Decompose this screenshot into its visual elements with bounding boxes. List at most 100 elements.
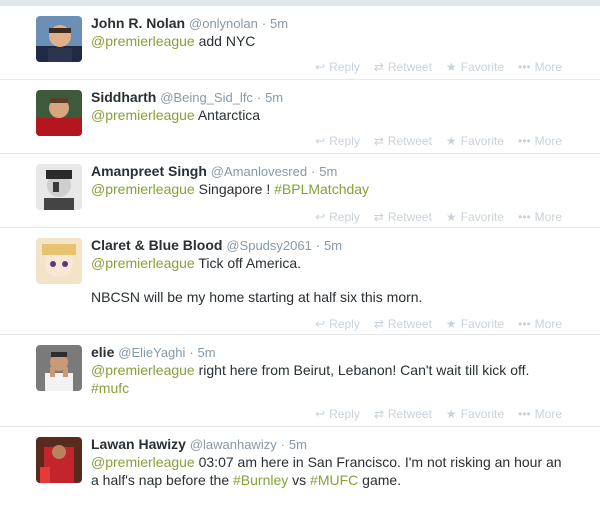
- tweet-paragraph: @premierleague Antarctica: [91, 106, 571, 124]
- author-name[interactable]: elie: [91, 344, 114, 360]
- retweet-label: Retweet: [387, 134, 432, 148]
- retweet-button[interactable]: ⇄ Retweet: [374, 134, 432, 148]
- favorite-label: Favorite: [460, 407, 505, 421]
- author-handle[interactable]: @Being_Sid_lfc: [160, 90, 253, 105]
- tweet-time[interactable]: 5m: [198, 345, 216, 360]
- retweet-label: Retweet: [387, 210, 432, 224]
- separator-dot: ·: [261, 16, 267, 31]
- favorite-label: Favorite: [460, 134, 505, 148]
- reply-icon: ↩: [315, 134, 326, 148]
- tweet-time[interactable]: 5m: [324, 238, 342, 253]
- retweet-button[interactable]: ⇄ Retweet: [374, 317, 432, 331]
- retweet-label: Retweet: [387, 60, 432, 74]
- favorite-button[interactable]: ★ Favorite: [446, 134, 504, 148]
- avatar[interactable]: [36, 16, 82, 62]
- more-button[interactable]: ••• More: [518, 407, 562, 421]
- reply-button[interactable]: ↩ Reply: [315, 317, 360, 331]
- favorite-button[interactable]: ★ Favorite: [446, 210, 504, 224]
- tweet-time[interactable]: 5m: [270, 16, 288, 31]
- hashtag-link[interactable]: #BPLMatchday: [274, 181, 369, 197]
- hashtag-link[interactable]: #Burnley: [233, 472, 288, 488]
- reply-label: Reply: [329, 60, 360, 74]
- tweet-feed: John R. Nolan @onlynolan · 5m @premierle…: [0, 0, 600, 514]
- tweet[interactable]: Siddharth @Being_Sid_lfc · 5m @premierle…: [0, 80, 600, 154]
- tweet-actions: ↩ Reply ⇄ Retweet ★ Favorite ••• More: [315, 133, 562, 149]
- tweet-text-segment: right here from Beirut, Lebanon! Can't w…: [194, 362, 530, 378]
- avatar[interactable]: [36, 437, 82, 483]
- tweet-actions: ↩ Reply ⇄ Retweet ★ Favorite ••• More: [315, 59, 562, 75]
- retweet-button[interactable]: ⇄ Retweet: [374, 60, 432, 74]
- reply-label: Reply: [329, 134, 360, 148]
- tweet[interactable]: Amanpreet Singh @Amanlovesred · 5m @prem…: [0, 154, 600, 228]
- more-button[interactable]: ••• More: [518, 134, 562, 148]
- author-name[interactable]: Amanpreet Singh: [91, 163, 207, 179]
- reply-label: Reply: [329, 210, 360, 224]
- more-label: More: [534, 210, 562, 224]
- separator-dot: ·: [315, 238, 321, 253]
- tweet[interactable]: Lawan Hawizy @lawanhawizy · 5m @premierl…: [0, 427, 600, 514]
- author-handle[interactable]: @Amanlovesred: [211, 164, 307, 179]
- tweet-time[interactable]: 5m: [265, 90, 283, 105]
- more-button[interactable]: ••• More: [518, 210, 562, 224]
- more-button[interactable]: ••• More: [518, 317, 562, 331]
- author-handle[interactable]: @lawanhawizy: [190, 437, 277, 452]
- retweet-button[interactable]: ⇄ Retweet: [374, 210, 432, 224]
- tweet[interactable]: Claret & Blue Blood @Spudsy2061 · 5m @pr…: [0, 228, 600, 335]
- author-handle[interactable]: @Spudsy2061: [226, 238, 311, 253]
- avatar[interactable]: [36, 164, 82, 210]
- favorite-button[interactable]: ★ Favorite: [446, 317, 504, 331]
- separator-dot: ·: [256, 90, 262, 105]
- avatar[interactable]: [36, 90, 82, 136]
- tweet-text-segment: NBCSN will be my home starting at half s…: [91, 289, 423, 305]
- tweet-text: @premierleague add NYC: [91, 32, 571, 50]
- mention-link[interactable]: @premierleague: [91, 181, 195, 197]
- hashtag-link[interactable]: #mufc: [91, 380, 129, 396]
- tweet[interactable]: elie @ElieYaghi · 5m @premierleague righ…: [0, 335, 600, 427]
- more-icon: •••: [518, 60, 531, 74]
- favorite-label: Favorite: [460, 210, 505, 224]
- favorite-label: Favorite: [460, 60, 505, 74]
- author-handle[interactable]: @onlynolan: [189, 16, 258, 31]
- author-name[interactable]: Siddharth: [91, 89, 156, 105]
- more-label: More: [534, 60, 562, 74]
- mention-link[interactable]: @premierleague: [91, 362, 195, 378]
- reply-button[interactable]: ↩ Reply: [315, 134, 360, 148]
- reply-button[interactable]: ↩ Reply: [315, 210, 360, 224]
- tweet[interactable]: John R. Nolan @onlynolan · 5m @premierle…: [0, 6, 600, 80]
- mention-link[interactable]: @premierleague: [91, 107, 195, 123]
- reply-icon: ↩: [315, 407, 326, 421]
- hashtag-link[interactable]: #MUFC: [310, 472, 358, 488]
- avatar[interactable]: [36, 345, 82, 391]
- author-name[interactable]: Lawan Hawizy: [91, 436, 186, 452]
- retweet-icon: ⇄: [373, 317, 384, 331]
- reply-icon: ↩: [315, 210, 326, 224]
- tweet-actions: ↩ Reply ⇄ Retweet ★ Favorite ••• More: [315, 316, 562, 332]
- separator-dot: ·: [310, 164, 316, 179]
- star-icon: ★: [445, 210, 457, 224]
- tweet-time[interactable]: 5m: [289, 437, 307, 452]
- retweet-button[interactable]: ⇄ Retweet: [374, 407, 432, 421]
- mention-link[interactable]: @premierleague: [91, 33, 195, 49]
- reply-label: Reply: [329, 317, 360, 331]
- more-label: More: [534, 407, 562, 421]
- tweet-paragraph: @premierleague right here from Beirut, L…: [91, 361, 571, 397]
- tweet-paragraph: @premierleague Tick off America.: [91, 254, 571, 272]
- retweet-icon: ⇄: [373, 134, 384, 148]
- mention-link[interactable]: @premierleague: [91, 255, 195, 271]
- more-button[interactable]: ••• More: [518, 60, 562, 74]
- avatar[interactable]: [36, 238, 82, 284]
- author-name[interactable]: Claret & Blue Blood: [91, 237, 222, 253]
- favorite-button[interactable]: ★ Favorite: [446, 60, 504, 74]
- tweet-paragraph: @premierleague add NYC: [91, 32, 571, 50]
- author-handle[interactable]: @ElieYaghi: [118, 345, 185, 360]
- mention-link[interactable]: @premierleague: [91, 454, 195, 470]
- favorite-button[interactable]: ★ Favorite: [446, 407, 504, 421]
- reply-button[interactable]: ↩ Reply: [315, 407, 360, 421]
- star-icon: ★: [445, 317, 457, 331]
- tweet-time[interactable]: 5m: [319, 164, 337, 179]
- reply-button[interactable]: ↩ Reply: [315, 60, 360, 74]
- author-name[interactable]: John R. Nolan: [91, 15, 185, 31]
- retweet-icon: ⇄: [373, 60, 384, 74]
- tweet-text-segment: add NYC: [194, 33, 256, 49]
- tweet-paragraph: @premierleague Singapore ! #BPLMatchday: [91, 180, 571, 198]
